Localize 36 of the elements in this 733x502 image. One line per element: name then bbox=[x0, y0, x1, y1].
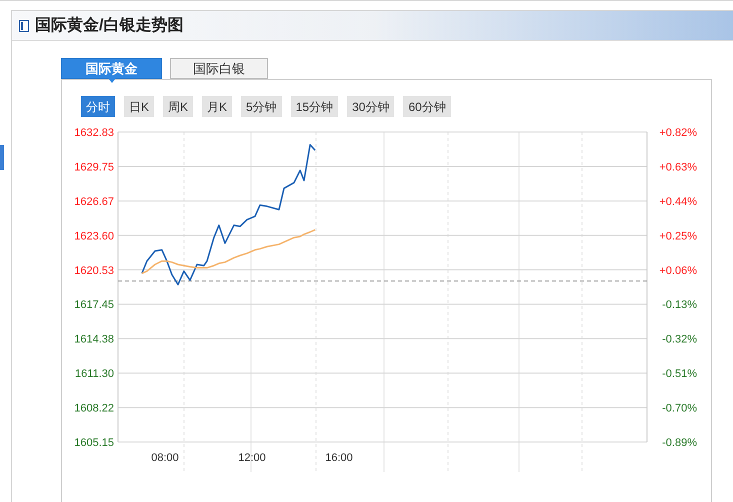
period-button[interactable]: 30分钟 bbox=[347, 96, 394, 117]
x-axis-label: 16:00 bbox=[325, 452, 353, 464]
x-axis-label: 08:00 bbox=[151, 452, 179, 464]
document-icon bbox=[19, 20, 29, 32]
percent-axis-label: +0.44% bbox=[659, 196, 697, 208]
y-axis-label: 1623.60 bbox=[74, 230, 114, 242]
percent-axis-label: +0.63% bbox=[659, 161, 697, 174]
period-button[interactable]: 周K bbox=[163, 96, 194, 117]
percent-axis-label: +0.25% bbox=[659, 230, 697, 242]
y-axis-label: 1605.15 bbox=[74, 437, 114, 449]
tab-pointer-icon bbox=[108, 78, 116, 83]
period-button[interactable]: 分时 bbox=[81, 96, 115, 117]
y-axis-label: 1611.30 bbox=[75, 368, 114, 380]
side-marker bbox=[0, 145, 4, 170]
y-axis-label: 1614.38 bbox=[74, 334, 114, 346]
x-axis-label: 12:00 bbox=[238, 452, 266, 464]
percent-axis-label: +0.06% bbox=[659, 264, 697, 277]
y-axis-label: 1608.22 bbox=[74, 402, 114, 415]
y-axis-label: 1632.83 bbox=[74, 127, 114, 139]
y-axis-label: 1629.75 bbox=[74, 162, 114, 174]
tab[interactable]: 国际白银 bbox=[170, 58, 268, 79]
percent-axis-label: -0.13% bbox=[662, 299, 697, 312]
period-button[interactable]: 月K bbox=[202, 96, 232, 117]
y-axis-label: 1626.67 bbox=[74, 196, 114, 208]
y-axis-label: 1620.53 bbox=[74, 264, 114, 277]
period-button[interactable]: 15分钟 bbox=[290, 96, 338, 117]
panel-title: 国际黄金/白银走势图 bbox=[35, 15, 184, 36]
period-button[interactable]: 日K bbox=[124, 96, 154, 117]
percent-axis-label: +0.82% bbox=[659, 127, 697, 139]
period-button[interactable]: 60分钟 bbox=[403, 96, 451, 117]
y-axis-label: 1617.45 bbox=[74, 299, 114, 312]
percent-axis-label: -0.51% bbox=[662, 368, 697, 380]
percent-axis-label: -0.70% bbox=[662, 402, 697, 415]
period-button[interactable]: 5分钟 bbox=[241, 96, 282, 117]
percent-axis-label: -0.89% bbox=[662, 437, 697, 449]
percent-axis-label: -0.32% bbox=[662, 334, 697, 346]
